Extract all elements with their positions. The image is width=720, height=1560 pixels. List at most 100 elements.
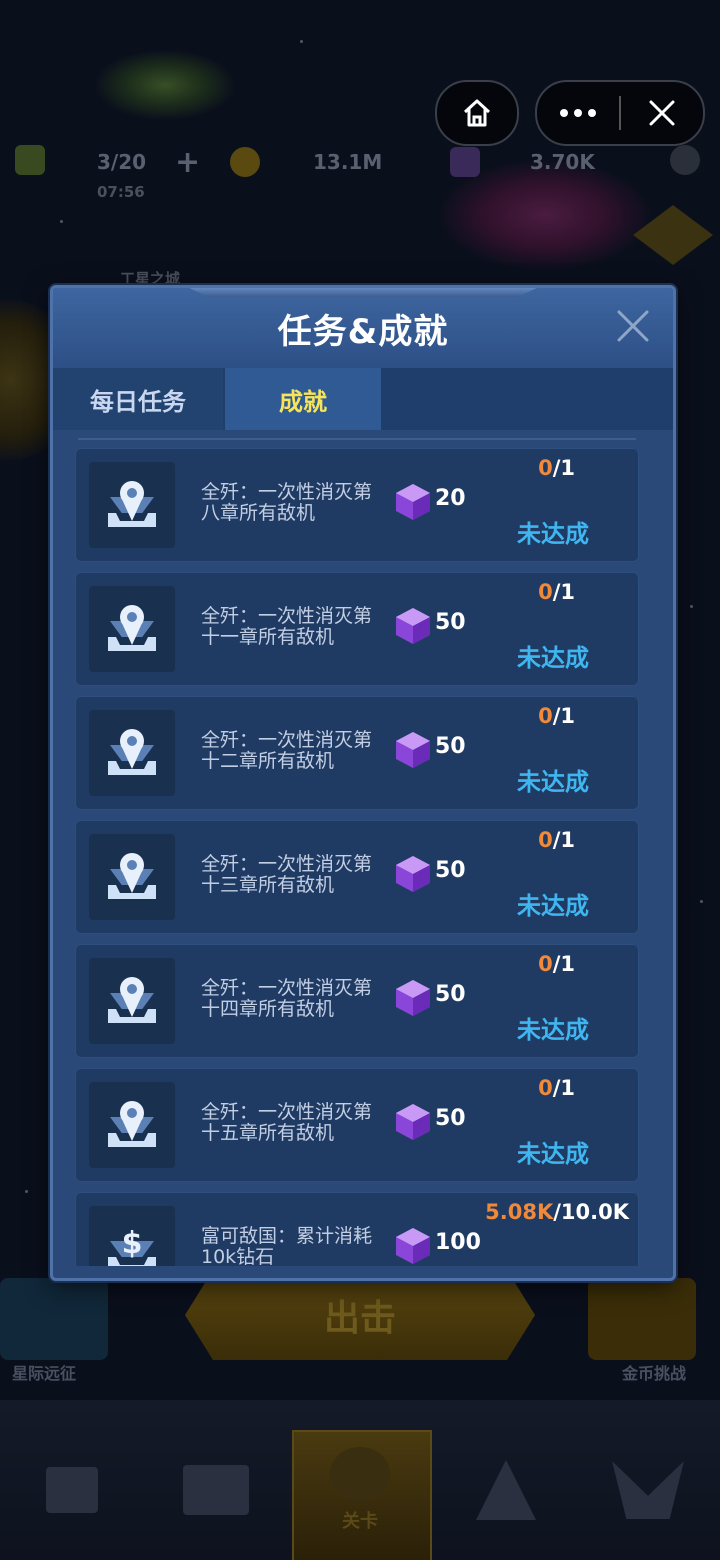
start-battle-button[interactable]: 出击 (185, 1270, 535, 1360)
home-icon (463, 99, 491, 127)
gem-count: 3.70K (530, 150, 595, 174)
planet-decoration (95, 50, 235, 120)
gem-icon (450, 147, 480, 177)
progress-total: /1 (552, 456, 575, 480)
close-icon (649, 100, 675, 126)
progress-total: /1 (552, 828, 575, 852)
nav-tab-mecha[interactable] (608, 1435, 688, 1545)
item-reward-amount: 50 (435, 610, 466, 635)
list-item: 全歼：一次性消灭第八章所有敌机 20 0/1 未达成 (75, 448, 639, 562)
list-item: 全歼：一次性消灭第十一章所有敌机 50 0/1 未达成 (75, 572, 639, 686)
item-description: 全歼：一次性消灭第十二章所有敌机 (201, 729, 373, 772)
tasks-achievements-dialog: 任务&成就 每日任务 成就 全歼：一次性消灭第八章所有敌机 20 0/1 未达成… (50, 285, 676, 1281)
location-pin-icon (108, 853, 156, 899)
tab-achievements[interactable]: 成就 (225, 368, 381, 430)
star-decoration (300, 40, 303, 43)
item-reward-amount: 100 (435, 1230, 481, 1255)
coin-icon (230, 147, 260, 177)
nav-tab-fighter[interactable] (466, 1435, 546, 1545)
home-button[interactable] (435, 80, 519, 146)
star-decoration (700, 900, 703, 903)
tab-daily-tasks[interactable]: 每日任务 (53, 368, 223, 430)
item-icon-box: $ (89, 1206, 175, 1266)
item-description: 全歼：一次性消灭第十三章所有敌机 (201, 853, 373, 896)
list-item: $ 富可敌国：累计消耗10k钻石 100 5.08K/10.0K (75, 1192, 639, 1266)
coin-challenge-label: 金币挑战 (622, 1364, 687, 1383)
coin-challenge-card[interactable] (588, 1278, 696, 1360)
location-pin-icon (108, 605, 156, 651)
expedition-label: 星际远征 (12, 1364, 77, 1383)
list-item: 全歼：一次性消灭第十五章所有敌机 50 0/1 未达成 (75, 1068, 639, 1182)
location-pin-icon (108, 977, 156, 1023)
progress-total: /1 (552, 580, 575, 604)
dialog-title: 任务&成就 (277, 311, 449, 352)
exit-button[interactable] (621, 82, 703, 144)
item-progress: 0/1 (538, 580, 575, 604)
progress-total: /10.0K (553, 1200, 629, 1224)
progress-current: 0 (538, 1076, 553, 1100)
list-item: 全歼：一次性消灭第十四章所有敌机 50 0/1 未达成 (75, 944, 639, 1058)
purple-gem-icon (396, 732, 430, 768)
item-status: 未达成 (517, 1016, 589, 1044)
equipment-icon (183, 1465, 249, 1515)
purple-gem-icon (396, 1228, 430, 1264)
item-description: 全歼：一次性消灭第八章所有敌机 (201, 481, 373, 524)
item-icon-box (89, 710, 175, 796)
progress-total: /1 (552, 704, 575, 728)
planet-icon (330, 1447, 390, 1501)
item-status: 未达成 (517, 1140, 589, 1168)
progress-current: 0 (538, 704, 553, 728)
purple-gem-icon (396, 856, 430, 892)
item-progress: 0/1 (538, 456, 575, 480)
settings-gear-icon[interactable] (670, 145, 700, 175)
tab-bar: 每日任务 成就 (53, 368, 673, 430)
expedition-card[interactable] (0, 1278, 108, 1360)
item-icon-box (89, 834, 175, 920)
capsule-menu (535, 80, 705, 146)
item-reward-amount: 50 (435, 858, 466, 883)
mecha-icon (612, 1461, 684, 1519)
item-icon-box (89, 462, 175, 548)
coin-count: 13.1M (313, 150, 383, 174)
achievement-list[interactable]: 全歼：一次性消灭第八章所有敌机 20 0/1 未达成 全歼：一次性消灭第十一章所… (75, 448, 641, 1266)
item-reward-amount: 50 (435, 734, 466, 759)
energy-icon (15, 145, 45, 175)
item-progress: 0/1 (538, 1076, 575, 1100)
nav-tab-equipment[interactable] (176, 1435, 256, 1545)
purple-gem-icon (396, 484, 430, 520)
more-button[interactable] (537, 82, 619, 144)
dialog-header: 任务&成就 (53, 288, 673, 368)
list-item: 全歼：一次性消灭第十三章所有敌机 50 0/1 未达成 (75, 820, 639, 934)
purple-gem-icon (396, 980, 430, 1016)
item-reward-amount: 50 (435, 982, 466, 1007)
progress-current: 0 (538, 828, 553, 852)
item-description: 全歼：一次性消灭第十四章所有敌机 (201, 977, 373, 1020)
item-progress: 0/1 (538, 952, 575, 976)
svg-text:$: $ (122, 1226, 143, 1261)
item-reward-amount: 50 (435, 1106, 466, 1131)
energy-count: 3/20 (97, 150, 147, 174)
item-status: 未达成 (517, 768, 589, 796)
header-ornament (183, 288, 543, 297)
nav-tab-stages-label: 关卡 (342, 1511, 378, 1532)
progress-current: 5.08K (485, 1200, 554, 1224)
progress-current: 0 (538, 580, 553, 604)
location-pin-icon (108, 481, 156, 527)
add-energy-button[interactable]: + (175, 145, 200, 180)
item-description: 富可敌国：累计消耗10k钻石 (201, 1225, 373, 1267)
purple-gem-icon (396, 608, 430, 644)
more-dots-icon (560, 109, 596, 117)
item-description: 全歼：一次性消灭第十一章所有敌机 (201, 605, 373, 648)
list-item: 全歼：一次性消灭第十二章所有敌机 50 0/1 未达成 (75, 696, 639, 810)
nav-tab-stages-content: 关卡 (320, 1435, 400, 1545)
star-decoration (690, 605, 693, 608)
item-status: 未达成 (517, 644, 589, 672)
nav-tab-hangar[interactable] (32, 1435, 112, 1545)
item-progress: 5.08K/10.0K (485, 1200, 629, 1224)
item-progress: 0/1 (538, 828, 575, 852)
hangar-icon (46, 1467, 98, 1513)
energy-timer: 07:56 (97, 183, 145, 201)
item-status: 未达成 (517, 892, 589, 920)
progress-current: 0 (538, 456, 553, 480)
dialog-close-button[interactable] (615, 308, 651, 344)
